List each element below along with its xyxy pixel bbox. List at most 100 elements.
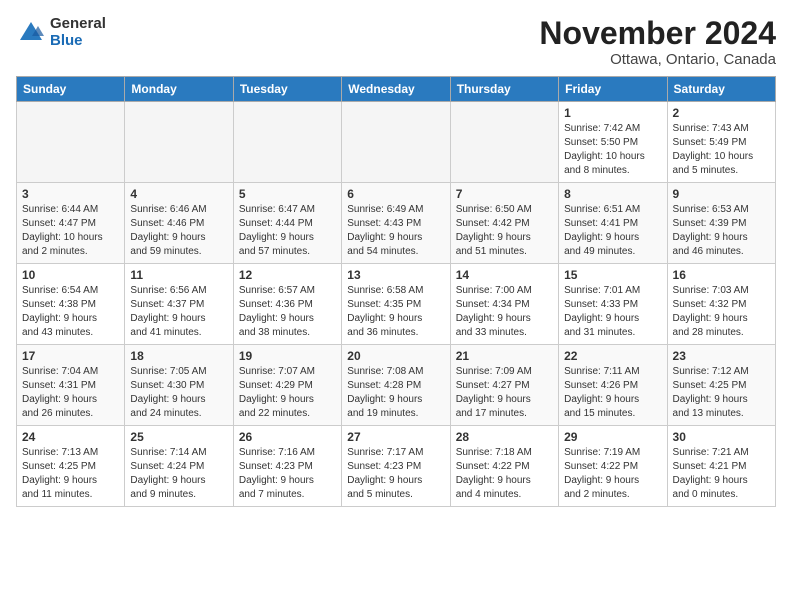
day-number: 1 [564,106,661,120]
day-number: 7 [456,187,553,201]
weekday-header-sunday: Sunday [17,77,125,102]
calendar-week-5: 24 Sunrise: 7:13 AM Sunset: 4:25 PM Dayli… [17,426,776,507]
day-number: 26 [239,430,336,444]
logo-blue: Blue [50,33,106,50]
logo-general: General [50,16,106,33]
day-number: 2 [673,106,770,120]
logo: General Blue [16,16,106,49]
weekday-header-tuesday: Tuesday [233,77,341,102]
calendar-day: 10Sunrise: 6:54 AM Sunset: 4:38 PM Dayli… [17,264,125,345]
day-info: Sunrise: 7:03 AM Sunset: 4:32 PM Dayligh… [673,284,770,340]
day-info: Sunrise: 6:56 AM Sunset: 4:37 PM Dayligh… [130,284,227,340]
calendar-day: 9 Sunrise: 6:53 AM Sunset: 4:39 PM Daylig… [667,183,775,264]
day-number: 23 [673,349,770,363]
day-info: Sunrise: 7:12 AM Sunset: 4:25 PM Dayligh… [673,365,770,421]
calendar-day: 25 Sunrise: 7:14 AM Sunset: 4:24 PM Dayli… [125,426,233,507]
day-info: Sunrise: 7:16 AM Sunset: 4:23 PM Dayligh… [239,446,336,502]
calendar-day: 5 Sunrise: 6:47 AM Sunset: 4:44 PM Daylig… [233,183,341,264]
calendar-day: 8Sunrise: 6:51 AM Sunset: 4:41 PM Daylig… [559,183,667,264]
day-number: 13 [347,268,444,282]
logo-icon [16,18,46,48]
calendar-day: 18Sunrise: 7:05 AM Sunset: 4:30 PM Dayli… [125,345,233,426]
page-header: General Blue November 2024 Ottawa, Ontar… [16,16,776,68]
day-number: 27 [347,430,444,444]
weekday-header-friday: Friday [559,77,667,102]
day-number: 8 [564,187,661,201]
calendar-day: 16 Sunrise: 7:03 AM Sunset: 4:32 PM Dayli… [667,264,775,345]
calendar-day [125,102,233,183]
day-info: Sunrise: 7:18 AM Sunset: 4:22 PM Dayligh… [456,446,553,502]
day-info: Sunrise: 6:47 AM Sunset: 4:44 PM Dayligh… [239,203,336,259]
day-number: 4 [130,187,227,201]
location: Ottawa, Ontario, Canada [539,51,776,68]
calendar-day: 4 Sunrise: 6:46 AM Sunset: 4:46 PM Daylig… [125,183,233,264]
day-number: 6 [347,187,444,201]
day-number: 14 [456,268,553,282]
day-number: 29 [564,430,661,444]
calendar-day: 22Sunrise: 7:11 AM Sunset: 4:26 PM Dayli… [559,345,667,426]
day-info: Sunrise: 6:50 AM Sunset: 4:42 PM Dayligh… [456,203,553,259]
weekday-header-saturday: Saturday [667,77,775,102]
day-info: Sunrise: 7:13 AM Sunset: 4:25 PM Dayligh… [22,446,119,502]
month-title: November 2024 [539,16,776,51]
calendar-day [17,102,125,183]
day-info: Sunrise: 6:46 AM Sunset: 4:46 PM Dayligh… [130,203,227,259]
day-number: 18 [130,349,227,363]
calendar-day: 28Sunrise: 7:18 AM Sunset: 4:22 PM Dayli… [450,426,558,507]
calendar-day [233,102,341,183]
day-info: Sunrise: 7:42 AM Sunset: 5:50 PM Dayligh… [564,122,661,178]
calendar-day: 1 Sunrise: 7:42 AM Sunset: 5:50 PM Daylig… [559,102,667,183]
day-number: 11 [130,268,227,282]
calendar-day: 27 Sunrise: 7:17 AM Sunset: 4:23 PM Dayli… [342,426,450,507]
calendar-week-4: 17Sunrise: 7:04 AM Sunset: 4:31 PM Dayli… [17,345,776,426]
day-info: Sunrise: 6:44 AM Sunset: 4:47 PM Dayligh… [22,203,119,259]
day-number: 24 [22,430,119,444]
calendar-day: 21 Sunrise: 7:09 AM Sunset: 4:27 PM Dayli… [450,345,558,426]
day-info: Sunrise: 7:17 AM Sunset: 4:23 PM Dayligh… [347,446,444,502]
day-info: Sunrise: 7:11 AM Sunset: 4:26 PM Dayligh… [564,365,661,421]
calendar: SundayMondayTuesdayWednesdayThursdayFrid… [16,76,776,507]
calendar-day [450,102,558,183]
day-number: 5 [239,187,336,201]
day-number: 17 [22,349,119,363]
logo-text: General Blue [50,16,106,49]
calendar-day: 14 Sunrise: 7:00 AM Sunset: 4:34 PM Dayli… [450,264,558,345]
day-info: Sunrise: 7:01 AM Sunset: 4:33 PM Dayligh… [564,284,661,340]
title-block: November 2024 Ottawa, Ontario, Canada [539,16,776,68]
day-info: Sunrise: 7:09 AM Sunset: 4:27 PM Dayligh… [456,365,553,421]
weekday-header-thursday: Thursday [450,77,558,102]
calendar-day: 30 Sunrise: 7:21 AM Sunset: 4:21 PM Dayli… [667,426,775,507]
day-number: 16 [673,268,770,282]
day-number: 30 [673,430,770,444]
day-number: 25 [130,430,227,444]
calendar-day: 20Sunrise: 7:08 AM Sunset: 4:28 PM Dayli… [342,345,450,426]
day-info: Sunrise: 7:14 AM Sunset: 4:24 PM Dayligh… [130,446,227,502]
day-number: 19 [239,349,336,363]
calendar-week-2: 3 Sunrise: 6:44 AM Sunset: 4:47 PM Daylig… [17,183,776,264]
day-info: Sunrise: 7:00 AM Sunset: 4:34 PM Dayligh… [456,284,553,340]
calendar-day: 2 Sunrise: 7:43 AM Sunset: 5:49 PM Daylig… [667,102,775,183]
calendar-day: 6 Sunrise: 6:49 AM Sunset: 4:43 PM Daylig… [342,183,450,264]
calendar-day: 23 Sunrise: 7:12 AM Sunset: 4:25 PM Dayli… [667,345,775,426]
day-number: 3 [22,187,119,201]
calendar-day: 17Sunrise: 7:04 AM Sunset: 4:31 PM Dayli… [17,345,125,426]
day-info: Sunrise: 6:49 AM Sunset: 4:43 PM Dayligh… [347,203,444,259]
calendar-day: 15 Sunrise: 7:01 AM Sunset: 4:33 PM Dayli… [559,264,667,345]
calendar-day: 19Sunrise: 7:07 AM Sunset: 4:29 PM Dayli… [233,345,341,426]
day-number: 15 [564,268,661,282]
weekday-header-wednesday: Wednesday [342,77,450,102]
calendar-day: 3 Sunrise: 6:44 AM Sunset: 4:47 PM Daylig… [17,183,125,264]
calendar-day [342,102,450,183]
calendar-day: 7 Sunrise: 6:50 AM Sunset: 4:42 PM Daylig… [450,183,558,264]
calendar-day: 24 Sunrise: 7:13 AM Sunset: 4:25 PM Dayli… [17,426,125,507]
day-info: Sunrise: 7:19 AM Sunset: 4:22 PM Dayligh… [564,446,661,502]
day-number: 21 [456,349,553,363]
day-info: Sunrise: 6:58 AM Sunset: 4:35 PM Dayligh… [347,284,444,340]
day-info: Sunrise: 6:53 AM Sunset: 4:39 PM Dayligh… [673,203,770,259]
day-info: Sunrise: 7:43 AM Sunset: 5:49 PM Dayligh… [673,122,770,178]
day-number: 9 [673,187,770,201]
calendar-week-1: 1 Sunrise: 7:42 AM Sunset: 5:50 PM Daylig… [17,102,776,183]
calendar-day: 11 Sunrise: 6:56 AM Sunset: 4:37 PM Dayli… [125,264,233,345]
weekday-header-row: SundayMondayTuesdayWednesdayThursdayFrid… [17,77,776,102]
day-info: Sunrise: 7:21 AM Sunset: 4:21 PM Dayligh… [673,446,770,502]
